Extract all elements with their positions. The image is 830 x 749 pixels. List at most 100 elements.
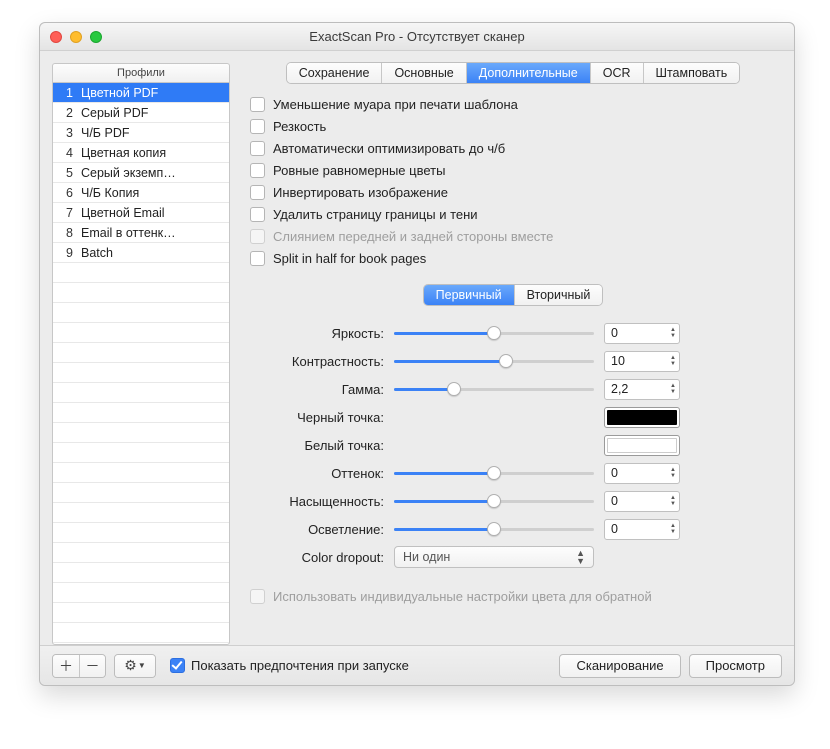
- profile-row[interactable]: 7 Цветной Email: [53, 203, 229, 223]
- row-hue: Оттенок: 0 ▲▼: [244, 459, 782, 487]
- stepper-icon[interactable]: ▲▼: [670, 327, 676, 339]
- label-hue: Оттенок:: [244, 466, 394, 481]
- profile-row-empty: [53, 343, 229, 363]
- profile-row-empty: [53, 303, 229, 323]
- profile-actions: ⚙ ▼: [114, 654, 156, 678]
- profile-row[interactable]: 8 Email в оттенк…: [53, 223, 229, 243]
- tab-primary[interactable]: Первичный: [424, 285, 515, 305]
- label-brightness: Яркость:: [244, 326, 394, 341]
- check-invert[interactable]: Инвертировать изображение: [250, 181, 782, 203]
- field-gamma[interactable]: 2,2 ▲▼: [604, 379, 680, 400]
- stepper-icon[interactable]: ▲▼: [670, 467, 676, 479]
- profile-row[interactable]: 3 Ч/Б PDF: [53, 123, 229, 143]
- plus-icon: ＋: [59, 656, 73, 676]
- field-brightness[interactable]: 0 ▲▼: [604, 323, 680, 344]
- profile-row-empty: [53, 483, 229, 503]
- stepper-icon[interactable]: ▲▼: [670, 355, 676, 367]
- gear-menu-button[interactable]: ⚙ ▼: [115, 655, 155, 677]
- slider-contrast[interactable]: [394, 353, 594, 369]
- profile-row-empty: [53, 603, 229, 623]
- tab-stamp[interactable]: Штамповать: [644, 63, 740, 83]
- profile-row-empty: [53, 383, 229, 403]
- field-saturation[interactable]: 0 ▲▼: [604, 491, 680, 512]
- profile-row[interactable]: 1 Цветной PDF: [53, 83, 229, 103]
- tab-save[interactable]: Сохранение: [287, 63, 383, 83]
- checkbox-group: Уменьшение муара при печати шаблона Резк…: [244, 93, 782, 269]
- chevron-updown-icon: ▲▼: [576, 549, 585, 565]
- profile-row-empty: [53, 423, 229, 443]
- add-button[interactable]: ＋: [53, 655, 79, 677]
- profiles-panel: Профили 1 Цветной PDF 2 Серый PDF 3 Ч/Б …: [52, 63, 230, 645]
- profile-row-empty: [53, 263, 229, 283]
- profile-row[interactable]: 2 Серый PDF: [53, 103, 229, 123]
- profile-row-empty: [53, 403, 229, 423]
- gear-icon: ⚙: [124, 657, 137, 674]
- check-remove-border[interactable]: Удалить страницу границы и тени: [250, 203, 782, 225]
- profile-row-empty: [53, 583, 229, 603]
- main-tabs: Сохранение Основные Дополнительные OCR Ш…: [244, 63, 782, 83]
- profile-row-empty: [53, 543, 229, 563]
- tab-secondary[interactable]: Вторичный: [515, 285, 603, 305]
- app-window: ExactScan Pro - Отсутствует сканер Профи…: [39, 22, 795, 686]
- profile-name: Цветной PDF: [81, 86, 229, 100]
- field-lightness[interactable]: 0 ▲▼: [604, 519, 680, 540]
- stepper-icon[interactable]: ▲▼: [670, 523, 676, 535]
- tab-basic[interactable]: Основные: [382, 63, 466, 83]
- tab-additional[interactable]: Дополнительные: [467, 63, 591, 83]
- sub-tabs-seg: Первичный Вторичный: [424, 285, 603, 305]
- stepper-icon[interactable]: ▲▼: [670, 495, 676, 507]
- profiles-list[interactable]: 1 Цветной PDF 2 Серый PDF 3 Ч/Б PDF 4 Цв…: [52, 82, 230, 645]
- colorwell-white[interactable]: [604, 435, 680, 456]
- scan-button[interactable]: Сканирование: [559, 654, 680, 678]
- row-whitepoint: Белый точка:: [244, 431, 782, 459]
- label-lightness: Осветление:: [244, 522, 394, 537]
- dropdown-dropout[interactable]: Ни один ▲▼: [394, 546, 594, 568]
- check-sharpen[interactable]: Резкость: [250, 115, 782, 137]
- slider-gamma[interactable]: [394, 381, 594, 397]
- minus-icon: －: [86, 656, 100, 676]
- checkmark-icon: [170, 658, 185, 673]
- profile-number: 6: [53, 186, 81, 200]
- profile-row[interactable]: 4 Цветная копия: [53, 143, 229, 163]
- profile-row-empty: [53, 463, 229, 483]
- remove-button[interactable]: －: [79, 655, 105, 677]
- profile-row[interactable]: 9 Batch: [53, 243, 229, 263]
- field-contrast[interactable]: 10 ▲▼: [604, 351, 680, 372]
- sub-tabs: Первичный Вторичный: [244, 285, 782, 305]
- profile-row-empty: [53, 443, 229, 463]
- field-hue[interactable]: 0 ▲▼: [604, 463, 680, 484]
- profile-name: Цветная копия: [81, 146, 229, 160]
- check-individual-back: Использовать индивидуальные настройки цв…: [250, 589, 782, 604]
- tab-ocr[interactable]: OCR: [591, 63, 644, 83]
- profile-name: Серый PDF: [81, 106, 229, 120]
- label-gamma: Гамма:: [244, 382, 394, 397]
- check-show-prefs-startup[interactable]: Показать предпочтения при запуске: [170, 658, 409, 673]
- label-contrast: Контрастность:: [244, 354, 394, 369]
- check-auto-bw[interactable]: Автоматически оптимизировать до ч/б: [250, 137, 782, 159]
- label-whitepoint: Белый точка:: [244, 438, 394, 453]
- colorwell-black[interactable]: [604, 407, 680, 428]
- slider-hue[interactable]: [394, 465, 594, 481]
- stepper-icon[interactable]: ▲▼: [670, 383, 676, 395]
- profile-row-empty: [53, 523, 229, 543]
- row-saturation: Насыщенность: 0 ▲▼: [244, 487, 782, 515]
- slider-saturation[interactable]: [394, 493, 594, 509]
- profile-number: 2: [53, 106, 81, 120]
- profile-number: 5: [53, 166, 81, 180]
- profile-row[interactable]: 6 Ч/Б Копия: [53, 183, 229, 203]
- preview-button[interactable]: Просмотр: [689, 654, 782, 678]
- profile-row[interactable]: 5 Серый экземп…: [53, 163, 229, 183]
- profile-name: Серый экземп…: [81, 166, 229, 180]
- slider-brightness[interactable]: [394, 325, 594, 341]
- profile-add-remove: ＋ －: [52, 654, 106, 678]
- sliders-group: Яркость: 0 ▲▼ Контрастность:: [244, 319, 782, 571]
- profile-name: Ч/Б Копия: [81, 186, 229, 200]
- main-tabs-seg: Сохранение Основные Дополнительные OCR Ш…: [287, 63, 739, 83]
- row-lightness: Осветление: 0 ▲▼: [244, 515, 782, 543]
- profile-number: 3: [53, 126, 81, 140]
- check-even-colors[interactable]: Ровные равномерные цветы: [250, 159, 782, 181]
- content: Профили 1 Цветной PDF 2 Серый PDF 3 Ч/Б …: [40, 51, 794, 645]
- check-split-book[interactable]: Split in half for book pages: [250, 247, 782, 269]
- check-descreen[interactable]: Уменьшение муара при печати шаблона: [250, 93, 782, 115]
- slider-lightness[interactable]: [394, 521, 594, 537]
